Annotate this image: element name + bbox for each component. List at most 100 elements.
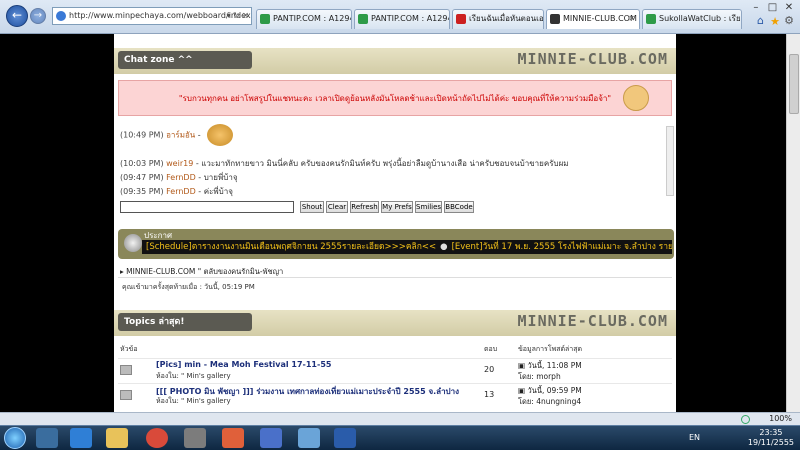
topic-status-icon	[120, 365, 132, 375]
pantip-icon	[358, 14, 368, 24]
message-time: (10:49 PM)	[120, 130, 164, 140]
tab-minnie-club[interactable]: MINNIE-CLUB.COM ✕	[546, 9, 640, 29]
ie-icon	[56, 11, 66, 21]
clear-button[interactable]: Clear	[326, 201, 348, 213]
forum-page: Chat zone ^^ MINNIE-CLUB.COM "รบกวนทุกคน…	[114, 34, 676, 412]
tab-pantip-1[interactable]: PANTIP.COM : A129496...	[256, 9, 352, 29]
my-prefs-button[interactable]: My Prefs	[381, 201, 413, 213]
bear-emoticon-icon	[623, 85, 649, 111]
tagline-text: MINNIE-CLUB.COM " ตลับของคนรักมิน-พัชญา	[126, 267, 284, 276]
window-controls: – □ ✕	[749, 2, 796, 14]
forward-button[interactable]: →	[30, 8, 46, 24]
folder-icon[interactable]	[106, 428, 128, 448]
start-button[interactable]	[4, 427, 26, 449]
message-user[interactable]: FernDD	[166, 173, 196, 182]
back-button[interactable]: ←	[6, 5, 28, 27]
chat-message: (09:35 PM) FernDD - ค่ะพี่บ้าจุ	[120, 185, 233, 198]
speaker-icon	[124, 234, 142, 252]
browser-toolbar: ← → http://www.minpechaya.com/webboard/i…	[0, 0, 800, 34]
last-post-by[interactable]: โดย: 4nungning4	[518, 396, 581, 408]
tab-label: เรียนฉันเมื่อหันตอนเอนหน้า 2 -...	[469, 14, 544, 23]
browser-statusbar: 100%	[0, 412, 800, 425]
chat-message: (10:03 PM) weir19 - แวะมาทักทายขาว มินนี…	[120, 157, 569, 170]
message-text: - บายพี่บ้าจุ	[195, 173, 238, 182]
topic-reply-count: 13	[484, 390, 495, 399]
minimize-icon[interactable]: –	[749, 2, 763, 14]
message-text: - ค่ะพี่บ้าจุ	[195, 187, 233, 196]
home-icon[interactable]: ⌂	[757, 14, 764, 27]
system-clock[interactable]: 23:35 19/11/2555	[748, 428, 794, 448]
announcement-text: "รบกวนทุกคน อย่าโพสรูปในแชทนะคะ เวลาเปิด…	[178, 94, 612, 103]
tab-sukolla[interactable]: SukollaWatClub : เรียนดู...	[642, 9, 742, 29]
tab-label: PANTIP.COM : A129496...	[273, 14, 352, 23]
shout-button[interactable]: Shout	[300, 201, 324, 213]
news-item[interactable]: ตารางงานงานมินเดือนพฤศจิกายน 2555รายละเอ…	[192, 242, 436, 252]
app-icon[interactable]	[222, 428, 244, 448]
favorites-star-icon[interactable]: ★	[770, 15, 780, 28]
topic-title[interactable]: [Pics] min - Mea Moh Festival 17-11-55	[156, 360, 331, 369]
chrome-icon[interactable]	[146, 428, 168, 448]
word-icon[interactable]	[334, 428, 356, 448]
topic-status-icon	[120, 390, 132, 400]
last-post-time-text: วันนี้, 11:08 PM	[527, 361, 582, 370]
paint-icon[interactable]	[298, 428, 320, 448]
chat-message: (09:47 PM) FernDD - บายพี่บ้าจุ	[120, 171, 238, 184]
tab-label: PANTIP.COM : A129497...	[371, 14, 450, 23]
maximize-icon[interactable]: □	[765, 2, 779, 14]
last-post-by[interactable]: โดย: morph	[518, 371, 561, 383]
tab-pantip-2[interactable]: PANTIP.COM : A129497...	[354, 9, 450, 29]
message-user[interactable]: weir19	[166, 159, 193, 168]
tools-gear-icon[interactable]: ⚙	[784, 14, 794, 27]
chat-announcement: "รบกวนทุกคน อย่าโพสรูปในแชทนะคะ เวลาเปิด…	[118, 80, 672, 116]
topic-forum[interactable]: ห้องใน: " Min's gallery	[156, 371, 231, 382]
app-icon[interactable]	[260, 428, 282, 448]
site-icon	[550, 14, 560, 24]
message-time: (10:03 PM)	[120, 159, 164, 168]
chat-message: (10:49 PM) อาร์มอัน -	[120, 124, 234, 146]
zoom-icon	[741, 415, 750, 424]
media-player-icon[interactable]	[36, 428, 58, 448]
internet-explorer-icon[interactable]	[70, 428, 92, 448]
hp-icon[interactable]	[184, 428, 206, 448]
address-bar[interactable]: http://www.minpechaya.com/webboard/index…	[52, 7, 252, 25]
address-controls-icon[interactable]: ▾ ↻ ✕	[226, 8, 249, 24]
topic-forum[interactable]: ห้องใน: " Min's gallery	[156, 396, 231, 407]
bullet-icon: ●	[440, 242, 448, 252]
chat-zone-header: Chat zone ^^ MINNIE-CLUB.COM	[114, 48, 676, 74]
last-post-time-text: วันนี้, 09:59 PM	[527, 386, 582, 395]
site-logo: MINNIE-CLUB.COM	[517, 312, 668, 330]
smilies-button[interactable]: Smilies	[415, 201, 442, 213]
shout-input[interactable]	[120, 201, 294, 213]
topics-table-header: หัวข้อ ตอบ ข้อมูลการโพสต์ล่าสุด	[118, 344, 672, 356]
address-text: http://www.minpechaya.com/webboard/index…	[69, 11, 252, 20]
sukolla-icon	[646, 14, 656, 24]
zoom-level[interactable]: 100%	[769, 414, 792, 423]
news-scroller[interactable]: [Schedule]ตารางงานงานมินเดือนพฤศจิกายน 2…	[142, 240, 672, 254]
bbcode-button[interactable]: BBCode	[444, 201, 474, 213]
table-row: [Pics] min - Mea Moh Festival 17-11-55 ห…	[118, 358, 672, 382]
pantip-icon	[260, 14, 270, 24]
taskbar: EN 23:35 19/11/2555	[0, 425, 800, 450]
page-viewport: Chat zone ^^ MINNIE-CLUB.COM "รบกวนทุกคน…	[0, 34, 800, 412]
close-tab-icon[interactable]: ✕	[628, 10, 635, 28]
scrollbar-thumb[interactable]	[789, 54, 799, 114]
page-scrollbar[interactable]	[786, 34, 800, 412]
last-visit-text: คุณเข้ามาครั้งสุดท้ายเมื่อ : วันนี้, 05:…	[122, 283, 255, 291]
youtube-icon	[456, 14, 466, 24]
site-logo: MINNIE-CLUB.COM	[517, 50, 668, 68]
news-item[interactable]: วันที่ 17 พ.ย. 2555 โรงไฟฟ้าแม่เมาะ จ.ลำ…	[483, 242, 672, 252]
message-user[interactable]: FernDD	[166, 187, 196, 196]
refresh-button[interactable]: Refresh	[350, 201, 379, 213]
chat-scrollbar[interactable]	[666, 126, 674, 196]
tab-label: MINNIE-CLUB.COM	[563, 14, 637, 23]
language-indicator[interactable]: EN	[689, 433, 700, 442]
news-ticker: ประกาศ [Schedule]ตารางงานงานมินเดือนพฤศจ…	[118, 229, 674, 259]
message-time: (09:47 PM)	[120, 173, 164, 182]
close-window-icon[interactable]: ✕	[782, 2, 796, 14]
tab-youtube[interactable]: เรียนฉันเมื่อหันตอนเอนหน้า 2 -...	[452, 9, 544, 29]
emoticon-icon	[207, 124, 234, 146]
chat-zone-title: Chat zone ^^	[118, 51, 252, 69]
col-last-post: ข้อมูลการโพสต์ล่าสุด	[518, 345, 583, 353]
clock-time: 23:35	[759, 428, 783, 437]
message-user[interactable]: อาร์มอัน	[166, 131, 195, 140]
